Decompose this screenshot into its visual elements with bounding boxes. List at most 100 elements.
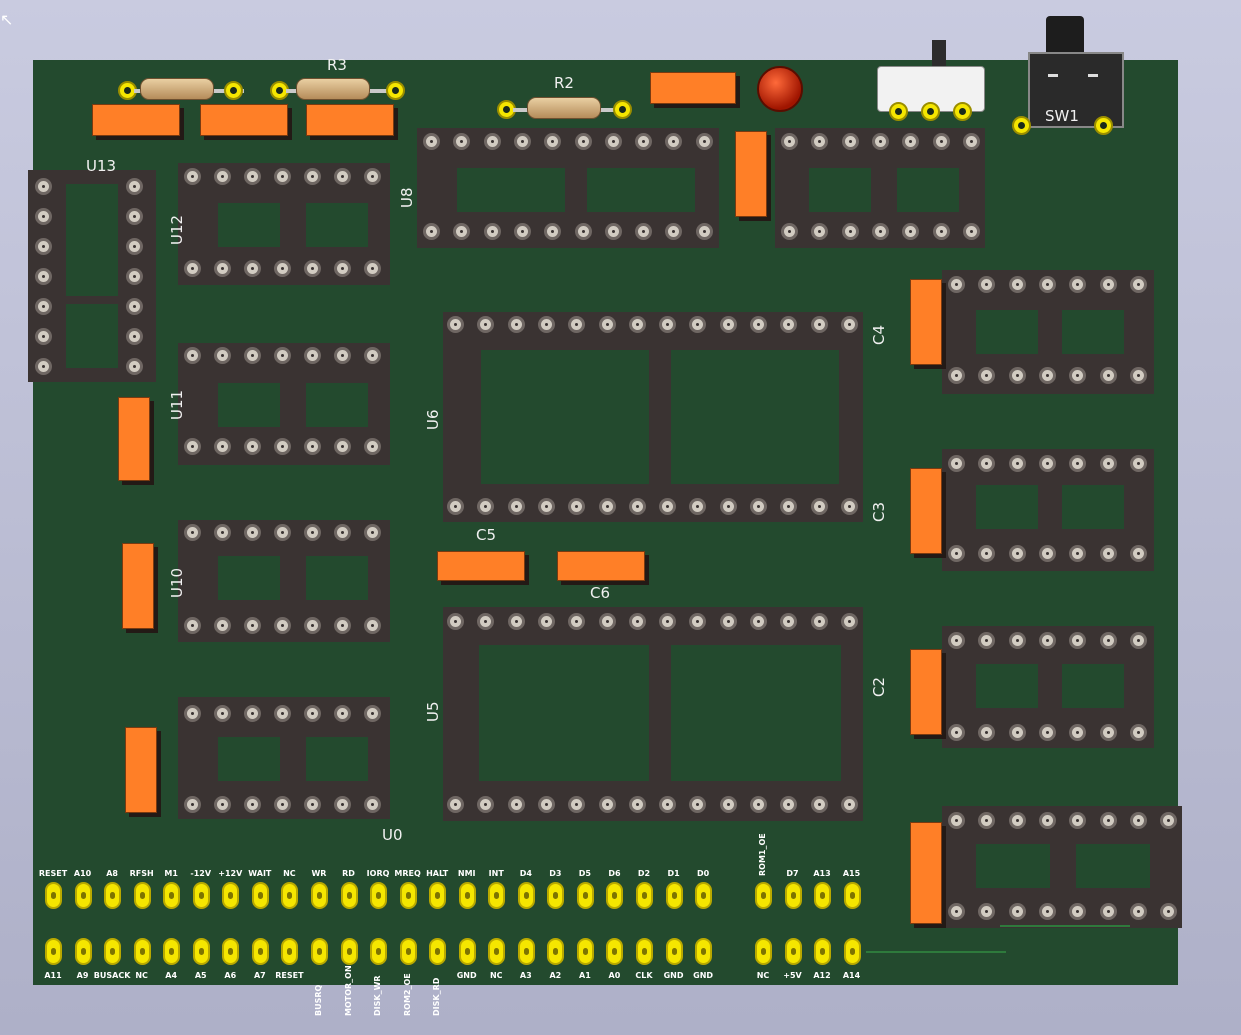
socket-pin <box>244 168 261 185</box>
socket-pin <box>932 223 950 240</box>
socket-pin <box>537 613 555 630</box>
slide-switch[interactable] <box>877 40 985 121</box>
socket-pin <box>750 498 767 515</box>
socket-pin <box>334 168 351 185</box>
socket-pin <box>719 796 737 813</box>
socket-pin <box>574 223 592 240</box>
socket-pin <box>35 208 52 225</box>
socket-pin <box>304 617 321 634</box>
socket-pin <box>810 316 828 333</box>
socket-pin <box>483 223 501 240</box>
socket-pin <box>184 168 201 185</box>
socket-pin <box>184 347 201 364</box>
header-pin-label: GND <box>456 971 477 980</box>
capacitor-top-4 <box>650 72 736 104</box>
socket-pin <box>364 260 381 277</box>
socket-pin <box>1160 812 1178 829</box>
socket-pin <box>1099 903 1117 920</box>
header-pin-label: D4 <box>519 869 532 878</box>
header-pin <box>547 938 565 965</box>
socket-pin <box>1099 276 1117 293</box>
socket-pin <box>244 347 261 364</box>
socket-pin <box>507 316 525 333</box>
socket-pin <box>1129 545 1147 562</box>
header-pin-label: NC <box>756 971 770 980</box>
socket-pin <box>840 613 858 630</box>
header-pin-label: WR <box>311 869 327 878</box>
socket-pin <box>126 238 143 255</box>
socket-pin <box>364 524 381 541</box>
header-pin <box>636 938 653 965</box>
socket-pin <box>1038 632 1056 649</box>
socket-pin <box>214 260 231 277</box>
socket-pin <box>1129 812 1147 829</box>
socket-pin <box>810 796 828 813</box>
socket-pin <box>274 524 291 541</box>
socket-pin <box>719 316 737 333</box>
socket-pin <box>948 545 965 562</box>
socket-pin <box>948 367 965 384</box>
socket-pin <box>962 133 980 150</box>
header-pin <box>517 938 535 965</box>
socket-pin <box>1099 367 1117 384</box>
header-pin <box>606 882 624 909</box>
socket-pin <box>1129 367 1147 384</box>
header-pin <box>370 938 388 965</box>
socket-pin <box>244 260 261 277</box>
socket-pin <box>840 316 858 333</box>
socket-pin <box>1008 724 1026 741</box>
label-u12: U12 <box>168 214 186 245</box>
header-pin-label: MOTOR_ON <box>343 965 353 1016</box>
socket-pin <box>750 613 767 630</box>
capacitor-top-3 <box>306 104 394 136</box>
led-icon <box>757 66 803 112</box>
header-pin-label: RFSH <box>129 869 154 878</box>
header-pin-label: DISK_WR <box>373 975 383 1016</box>
socket-pin <box>932 133 950 150</box>
socket-pin <box>214 168 231 185</box>
header-pin-label: D2 <box>637 869 651 878</box>
header-pin <box>251 938 269 965</box>
header-pin-label: MREQ <box>394 869 421 878</box>
cursor-icon: ↖ <box>0 10 14 29</box>
header-pin-label: D6 <box>608 869 621 878</box>
trace <box>866 951 1006 953</box>
socket-pin <box>628 613 646 630</box>
header-pin <box>488 938 506 965</box>
socket-pin <box>364 796 381 813</box>
capacitor-vertical-top <box>735 131 767 217</box>
socket-pin <box>35 268 52 285</box>
header-pin-label: ROM1_OE <box>758 833 767 876</box>
socket-pin <box>244 617 261 634</box>
socket-pin <box>948 276 965 293</box>
header-pin <box>281 938 299 965</box>
header-pin <box>636 882 653 909</box>
socket-pin <box>274 796 291 813</box>
header-pin <box>606 938 624 965</box>
header-pin-label: CLK <box>635 971 653 980</box>
header-pin <box>370 882 388 909</box>
socket-pin <box>35 358 52 375</box>
header-pin-label: WAIT <box>248 869 272 878</box>
header-pin-label: NC <box>489 971 503 980</box>
socket-pin <box>35 328 52 345</box>
socket-pin <box>781 133 798 150</box>
socket-pin <box>334 617 351 634</box>
socket-pin <box>1008 367 1026 384</box>
socket-pin <box>184 617 201 634</box>
socket-pin <box>334 796 351 813</box>
label-c4: C4 <box>870 324 888 345</box>
header-pin <box>104 882 122 909</box>
header-pin-label: D3 <box>549 869 562 878</box>
socket-pin <box>810 613 828 630</box>
header-pin-label: D1 <box>667 869 680 878</box>
header-pin-label: BUSACK <box>93 971 131 980</box>
header-pin-label: A2 <box>549 971 562 980</box>
header-pin-label: BUSRQ <box>313 984 323 1016</box>
socket-pin <box>214 438 231 455</box>
header-pin <box>104 938 122 965</box>
header-pin-label: NC <box>283 869 296 878</box>
socket-pin <box>840 498 858 515</box>
header-pin <box>251 882 269 909</box>
header-pin <box>45 938 62 965</box>
